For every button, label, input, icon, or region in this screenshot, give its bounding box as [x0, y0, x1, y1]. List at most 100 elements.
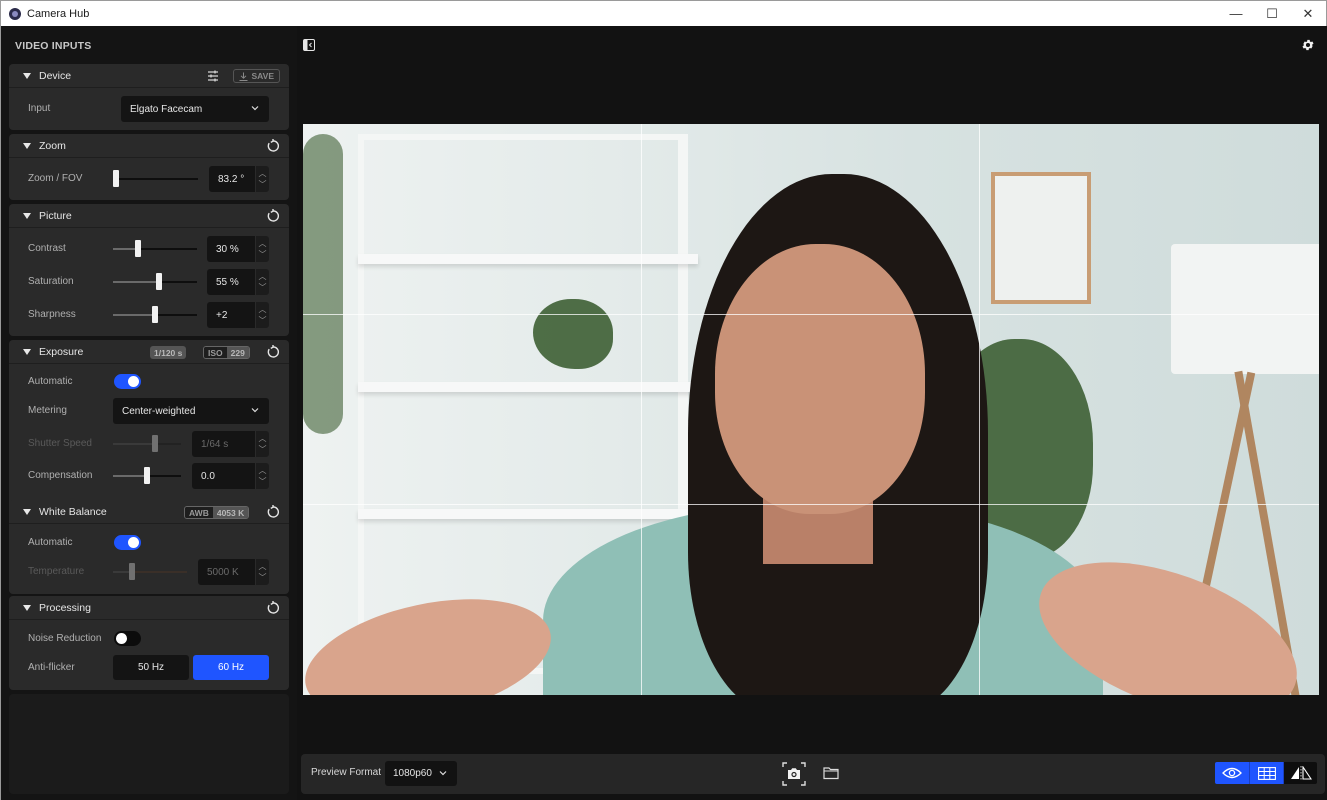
spin-up-icon[interactable]: ︿ [259, 561, 267, 572]
spin-up-icon[interactable]: ︿ [259, 304, 267, 315]
exposure-panel-body: Automatic Metering Center-weighted Shutt… [9, 364, 289, 521]
preview-format-value: 1080p60 [393, 768, 432, 779]
slider-thumb[interactable] [112, 170, 119, 187]
reset-icon[interactable] [266, 209, 280, 223]
collapse-triangle-icon [23, 72, 31, 79]
sharpness-slider[interactable] [113, 306, 197, 323]
noise-reduction-toggle[interactable] [114, 631, 141, 646]
compensation-value[interactable]: 0.0 [192, 463, 255, 489]
spin-up-icon[interactable]: ︿ [259, 271, 267, 282]
slider-thumb[interactable] [144, 467, 150, 484]
mirror-flip-icon [1290, 766, 1312, 780]
spin-up-icon[interactable]: ︿ [259, 433, 267, 444]
sidebar-title: VIDEO INPUTS [15, 40, 92, 52]
spin-arrows: ︿ ﹀ [255, 269, 269, 295]
slider-thumb[interactable] [152, 435, 159, 452]
spin-down-icon[interactable]: ﹀ [259, 476, 267, 487]
temperature-value[interactable]: 5000 K [198, 559, 255, 585]
grid-icon [1257, 766, 1276, 780]
picture-panel-header[interactable]: Picture [9, 204, 289, 228]
zoom-fov-spinbox[interactable]: 83.2 ° ︿ ﹀ [209, 166, 269, 192]
shutter-speed-value[interactable]: 1/64 s [192, 431, 255, 457]
zoom-fov-slider[interactable] [112, 170, 198, 187]
spin-arrows: ︿ ﹀ [255, 166, 269, 192]
input-select[interactable]: Elgato Facecam [121, 96, 269, 122]
settings-gear-icon[interactable] [1301, 38, 1315, 52]
contrast-label: Contrast [28, 243, 66, 254]
spin-up-icon[interactable]: ︿ [259, 465, 267, 476]
contrast-slider[interactable] [113, 240, 197, 257]
saturation-value[interactable]: 55 % [207, 269, 255, 295]
anti-flicker-50hz-button[interactable]: 50 Hz [113, 655, 189, 680]
minimize-icon: — [1229, 6, 1243, 21]
preview-format-select[interactable]: 1080p60 [385, 761, 457, 786]
sharpness-value[interactable]: +2 [207, 302, 255, 328]
folder-icon[interactable] [822, 764, 840, 782]
slider-thumb[interactable] [128, 563, 135, 580]
contrast-spinbox[interactable]: 30 % ︿ ﹀ [207, 236, 269, 262]
reset-icon[interactable] [266, 139, 280, 153]
zoom-panel-header[interactable]: Zoom [9, 134, 289, 158]
collapse-triangle-icon [23, 508, 31, 515]
shutter-speed-slider[interactable] [113, 435, 181, 452]
collapse-triangle-icon [23, 212, 31, 219]
compensation-spinbox[interactable]: 0.0 ︿ ﹀ [192, 463, 269, 489]
contrast-value[interactable]: 30 % [207, 236, 255, 262]
anti-flicker-60hz-button[interactable]: 60 Hz [193, 655, 269, 680]
temperature-slider[interactable] [113, 563, 187, 580]
reset-icon[interactable] [266, 505, 280, 519]
save-button[interactable]: SAVE [233, 69, 280, 83]
exposure-automatic-toggle[interactable] [114, 374, 141, 389]
preview-visibility-toggle[interactable] [1215, 762, 1249, 784]
processing-panel-header[interactable]: Processing [9, 596, 289, 620]
metering-select[interactable]: Center-weighted [113, 398, 269, 424]
spin-down-icon[interactable]: ﹀ [259, 179, 267, 190]
camera-preview[interactable] [303, 124, 1319, 695]
collapse-sidebar-icon[interactable] [303, 39, 315, 51]
spin-arrows: ︿ ﹀ [255, 463, 269, 489]
iso-badge-value: 229 [226, 347, 249, 358]
saturation-slider[interactable] [113, 273, 197, 290]
zoom-fov-value[interactable]: 83.2 ° [209, 166, 255, 192]
preview-wall-frame [991, 172, 1091, 304]
snapshot-camera-icon[interactable] [782, 762, 806, 786]
close-button[interactable]: ✕ [1290, 1, 1326, 26]
shutter-speed-spinbox[interactable]: 1/64 s ︿ ﹀ [192, 431, 269, 457]
temperature-spinbox[interactable]: 5000 K ︿ ﹀ [198, 559, 269, 585]
spin-up-icon[interactable]: ︿ [259, 168, 267, 179]
spin-down-icon[interactable]: ﹀ [259, 315, 267, 326]
grid-overlay-toggle[interactable] [1249, 762, 1283, 784]
preview-plant [303, 134, 343, 434]
minimize-button[interactable]: — [1218, 1, 1254, 26]
compensation-slider[interactable] [113, 467, 181, 484]
preview-lamp-shade [1171, 244, 1319, 374]
slider-thumb[interactable] [152, 306, 158, 323]
spin-down-icon[interactable]: ﹀ [259, 282, 267, 293]
white-balance-panel-header[interactable]: White Balance AWB 4053 K [9, 500, 289, 524]
spin-down-icon[interactable]: ﹀ [259, 572, 267, 583]
wb-automatic-label: Automatic [28, 537, 73, 548]
mirror-toggle[interactable] [1283, 762, 1317, 784]
slider-thumb[interactable] [135, 240, 142, 257]
exposure-panel-header[interactable]: Exposure 1/120 s ISO 229 [9, 340, 289, 364]
grid-line-vertical [641, 124, 642, 695]
chevron-down-icon [251, 408, 259, 413]
spin-up-icon[interactable]: ︿ [259, 238, 267, 249]
device-panel-header[interactable]: Device SAVE [9, 64, 289, 88]
wb-automatic-toggle[interactable] [114, 535, 141, 550]
reset-icon[interactable] [266, 345, 280, 359]
presets-sliders-icon[interactable] [207, 70, 219, 82]
preview-shelf [358, 382, 698, 392]
spin-down-icon[interactable]: ﹀ [259, 249, 267, 260]
slider-fill [113, 475, 147, 477]
exposure-panel: Exposure 1/120 s ISO 229 Automatic Meter… [9, 340, 289, 521]
spin-down-icon[interactable]: ﹀ [259, 444, 267, 455]
shutter-speed-label: Shutter Speed [28, 438, 92, 449]
saturation-spinbox[interactable]: 55 % ︿ ﹀ [207, 269, 269, 295]
sharpness-spinbox[interactable]: +2 ︿ ﹀ [207, 302, 269, 328]
maximize-button[interactable]: ☐ [1254, 1, 1290, 26]
slider-thumb[interactable] [156, 273, 163, 290]
device-panel-body: Input Elgato Facecam [9, 88, 289, 130]
sidebar-empty-area [9, 694, 289, 794]
reset-icon[interactable] [266, 601, 280, 615]
